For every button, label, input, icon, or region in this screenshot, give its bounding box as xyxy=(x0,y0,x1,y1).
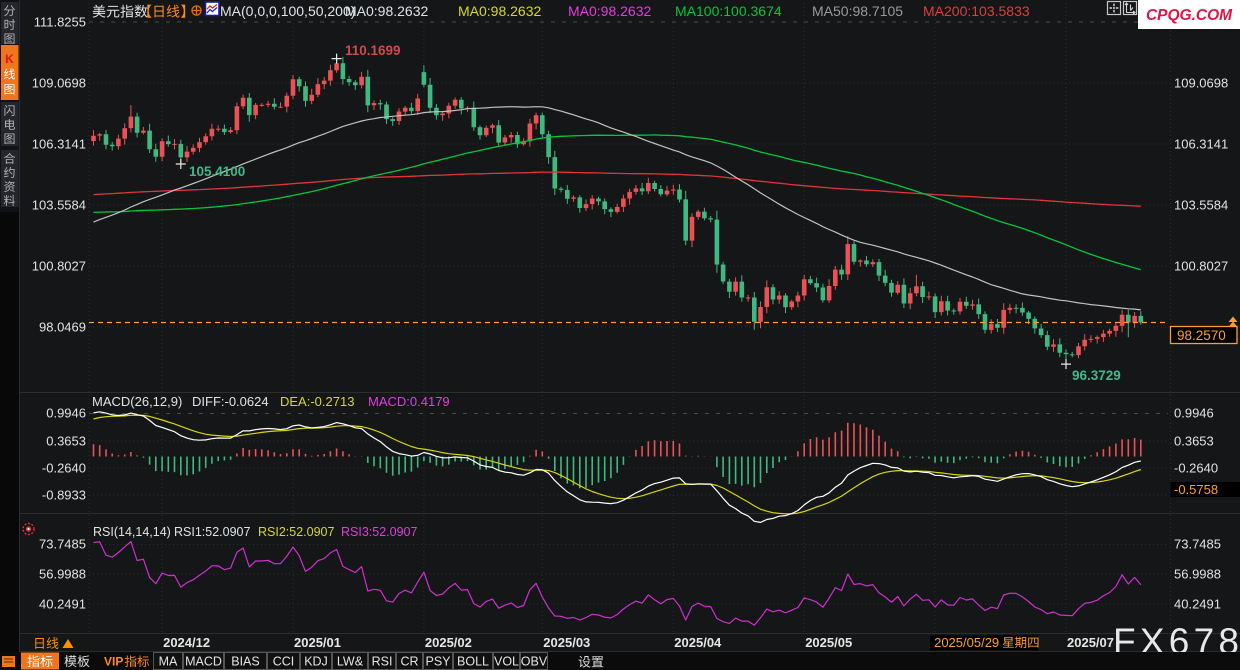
svg-text:DIFF:-0.0624: DIFF:-0.0624 xyxy=(192,394,269,409)
svg-text:109.0698: 109.0698 xyxy=(1174,76,1228,91)
svg-text:98.2570: 98.2570 xyxy=(1177,328,1226,343)
svg-text:0.3653: 0.3653 xyxy=(1174,434,1214,449)
svg-text:RSI1:52.0907: RSI1:52.0907 xyxy=(174,525,250,539)
svg-text:2025/02: 2025/02 xyxy=(425,635,472,650)
svg-text:2025/03: 2025/03 xyxy=(543,635,590,650)
svg-text:56.9988: 56.9988 xyxy=(39,567,86,582)
svg-text:-0.2640: -0.2640 xyxy=(42,461,86,476)
svg-text:BIAS: BIAS xyxy=(231,655,260,669)
svg-text:RSI2:52.0907: RSI2:52.0907 xyxy=(258,525,334,539)
svg-text:73.7485: 73.7485 xyxy=(39,537,86,552)
svg-text:0.9946: 0.9946 xyxy=(1174,406,1214,421)
svg-text:-0.2640: -0.2640 xyxy=(1174,461,1218,476)
svg-text:MA0:98.2632: MA0:98.2632 xyxy=(458,3,541,19)
svg-text:105.4100: 105.4100 xyxy=(189,164,245,179)
svg-text:2024/12: 2024/12 xyxy=(163,635,210,650)
svg-text:MA100:100.3674: MA100:100.3674 xyxy=(675,3,782,19)
svg-text:MA50:98.7105: MA50:98.7105 xyxy=(812,3,903,19)
svg-text:40.2491: 40.2491 xyxy=(39,597,86,612)
svg-text:RSI3:52.0907: RSI3:52.0907 xyxy=(341,525,417,539)
svg-text:111.8255: 111.8255 xyxy=(34,15,86,30)
svg-text:LW&: LW& xyxy=(337,655,364,669)
svg-text:MA: MA xyxy=(159,655,178,669)
svg-text:2025/05/29: 2025/05/29 xyxy=(934,635,999,650)
svg-text:RSI(14,14,14): RSI(14,14,14) xyxy=(93,525,171,539)
svg-text:2025/01: 2025/01 xyxy=(294,635,341,650)
svg-text:CPQG.COM: CPQG.COM xyxy=(1146,7,1233,24)
svg-text:100.8027: 100.8027 xyxy=(32,259,86,274)
svg-text:MA(0,0,0,100,50,200): MA(0,0,0,100,50,200) xyxy=(220,3,355,19)
svg-text:MACD(26,12,9): MACD(26,12,9) xyxy=(92,394,182,409)
svg-text:106.3141: 106.3141 xyxy=(1174,137,1228,152)
svg-text:KDJ: KDJ xyxy=(304,655,328,669)
svg-text:VIP: VIP xyxy=(104,655,123,669)
svg-text:2025/04: 2025/04 xyxy=(674,635,722,650)
svg-text:110.1699: 110.1699 xyxy=(345,43,401,58)
svg-text:96.3729: 96.3729 xyxy=(1072,368,1121,383)
svg-text:PSY: PSY xyxy=(425,655,451,669)
svg-text:40.2491: 40.2491 xyxy=(1174,597,1221,612)
svg-text:-0.8933: -0.8933 xyxy=(42,488,86,503)
svg-text:100.8027: 100.8027 xyxy=(1174,259,1228,274)
svg-text:MACD: MACD xyxy=(185,655,222,669)
svg-text:103.5584: 103.5584 xyxy=(1174,198,1228,213)
svg-text:DEA:-0.2713: DEA:-0.2713 xyxy=(280,394,354,409)
svg-text:RSI: RSI xyxy=(372,655,393,669)
svg-text:MA0:98.2632: MA0:98.2632 xyxy=(345,3,428,19)
svg-text:98.0469: 98.0469 xyxy=(39,320,86,335)
svg-text:2025/05: 2025/05 xyxy=(805,635,852,650)
svg-text:73.7485: 73.7485 xyxy=(1174,537,1221,552)
svg-text:CR: CR xyxy=(400,655,418,669)
svg-text:OBV: OBV xyxy=(521,655,548,669)
svg-text:MACD:0.4179: MACD:0.4179 xyxy=(368,394,450,409)
svg-text:0.3653: 0.3653 xyxy=(46,434,86,449)
svg-text:2025/07: 2025/07 xyxy=(1067,635,1114,650)
svg-text:103.5584: 103.5584 xyxy=(32,198,86,213)
svg-text:CCI: CCI xyxy=(273,655,295,669)
svg-text:BOLL: BOLL xyxy=(457,655,489,669)
svg-text:56.9988: 56.9988 xyxy=(1174,567,1221,582)
svg-text:0.9946: 0.9946 xyxy=(46,406,86,421)
svg-text:VOL: VOL xyxy=(494,655,519,669)
svg-text:-0.5758: -0.5758 xyxy=(1174,482,1218,497)
svg-text:MA200:103.5833: MA200:103.5833 xyxy=(923,3,1030,19)
svg-text:109.0698: 109.0698 xyxy=(32,76,86,91)
svg-text:106.3141: 106.3141 xyxy=(32,137,86,152)
svg-text:K: K xyxy=(5,52,14,66)
svg-text:MA0:98.2632: MA0:98.2632 xyxy=(568,3,651,19)
